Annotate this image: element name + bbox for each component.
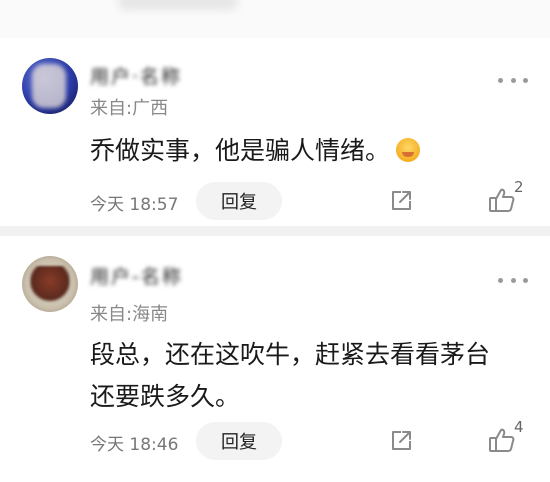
comment-item: 用户-名称 来自:海南 段总，还在这吹牛，赶紧去看看茅台还要跌多久。 今天 18…: [0, 236, 550, 482]
comment-text-container: 乔做实事，他是骗人情绪。: [90, 130, 510, 172]
timestamp: 今天 18:46: [90, 435, 179, 455]
previous-comment-strip: [0, 0, 550, 38]
timestamp: 今天 18:57: [90, 195, 179, 215]
like-count: 4: [514, 418, 524, 436]
sleepy-face-emoji-icon: [396, 138, 421, 162]
location-label: 来自:广西: [90, 98, 169, 119]
location-label: 来自:海南: [90, 304, 169, 325]
more-dots-icon[interactable]: [498, 270, 528, 290]
thumbs-up-icon[interactable]: [488, 186, 516, 214]
comment-text: 乔做实事，他是骗人情绪。: [90, 136, 391, 165]
comment-text: 段总，还在这吹牛，赶紧去看看茅台还要跌多久。: [90, 340, 491, 411]
avatar[interactable]: [22, 256, 78, 312]
like-count: 2: [514, 178, 524, 196]
username[interactable]: 用户·名称: [90, 62, 182, 88]
blurred-text: [118, 0, 238, 10]
comment-item: 用户·名称 来自:广西 乔做实事，他是骗人情绪。 今天 18:57 回复 2: [0, 38, 550, 226]
share-icon[interactable]: [388, 188, 414, 214]
username[interactable]: 用户-名称: [90, 262, 183, 288]
more-dots-icon[interactable]: [498, 70, 528, 90]
reply-button[interactable]: 回复: [196, 422, 282, 460]
share-icon[interactable]: [388, 428, 414, 454]
avatar[interactable]: [22, 58, 78, 114]
thumbs-up-icon[interactable]: [488, 426, 516, 454]
reply-button[interactable]: 回复: [196, 182, 282, 220]
